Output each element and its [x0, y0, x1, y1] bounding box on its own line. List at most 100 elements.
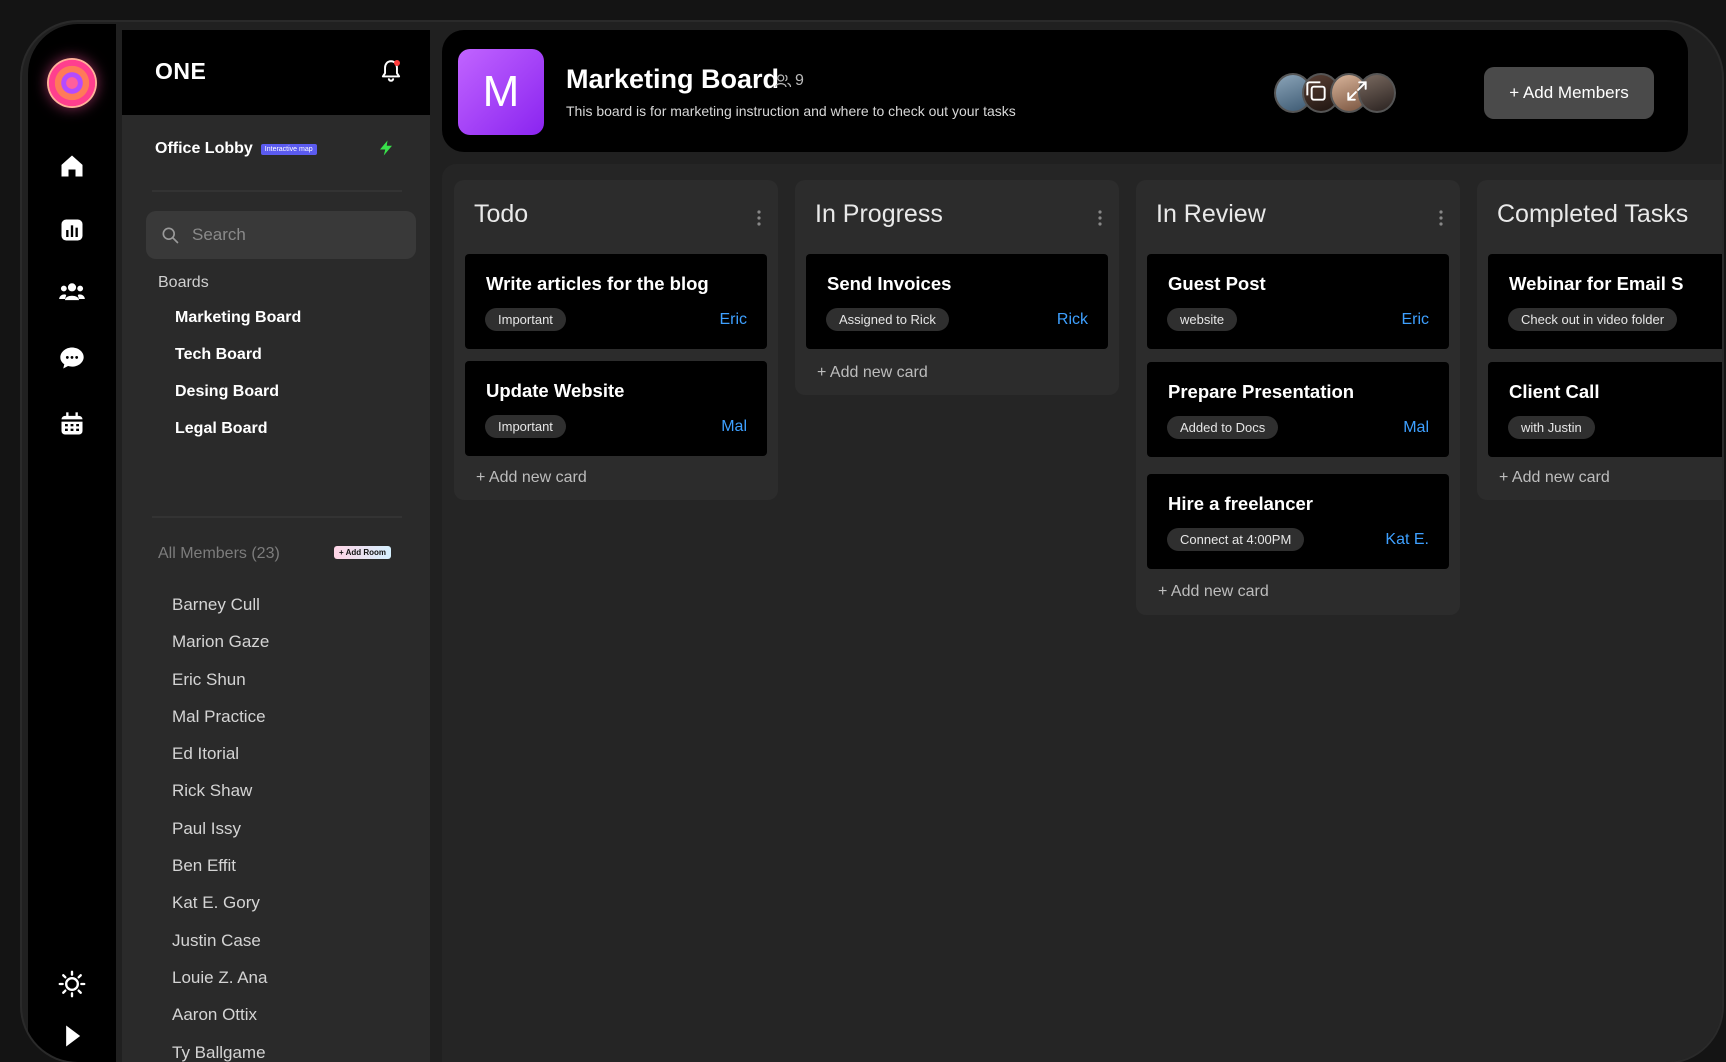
card-assignee[interactable]: Rick: [1057, 311, 1088, 329]
add-card-button[interactable]: + Add new card: [1499, 469, 1610, 487]
sidebar: ONE Office Lobby Interactive map Boards …: [122, 30, 430, 1062]
member-count-value: 9: [795, 72, 804, 89]
card-assignee[interactable]: Mal: [1403, 419, 1429, 437]
member-item[interactable]: Eric Shun: [172, 661, 269, 698]
member-item[interactable]: Marion Gaze: [172, 623, 269, 660]
member-item[interactable]: Ty Ballgame: [172, 1034, 269, 1062]
member-item[interactable]: Barney Cull: [172, 586, 269, 623]
column-title: Todo: [474, 200, 529, 228]
sidebar-divider: [152, 516, 402, 518]
card-assignee[interactable]: Kat E.: [1385, 531, 1429, 549]
boards-section-label: Boards: [158, 274, 209, 291]
members-list: Barney Cull Marion Gaze Eric Shun Mal Pr…: [172, 586, 269, 1062]
home-icon[interactable]: [52, 146, 92, 186]
sidebar-board-tech[interactable]: Tech Board: [175, 336, 301, 373]
sidebar-board-design[interactable]: Desing Board: [175, 373, 301, 410]
card-title: Update Website: [486, 380, 625, 401]
card-tag: Important: [485, 415, 566, 438]
card-tag: website: [1167, 308, 1238, 331]
search-input[interactable]: [190, 224, 414, 246]
notification-bell-icon[interactable]: [378, 58, 404, 84]
task-card[interactable]: Prepare Presentation Added to Docs Mal: [1147, 362, 1449, 457]
board-description: This board is for marketing instruction …: [566, 103, 1016, 119]
more-menu-icon[interactable]: [756, 208, 762, 228]
task-card[interactable]: Guest Post website Eric: [1147, 254, 1449, 349]
play-icon[interactable]: [52, 1016, 92, 1056]
office-lobby[interactable]: Office Lobby Interactive map: [155, 140, 317, 158]
copy-icon[interactable]: [1303, 78, 1329, 104]
board-header: M Marketing Board 9 This board is for ma…: [442, 30, 1688, 152]
member-item[interactable]: Rick Shaw: [172, 772, 269, 809]
add-room-button[interactable]: + Add Room: [334, 546, 392, 559]
card-tag: Assigned to Rick: [826, 308, 949, 331]
chat-icon[interactable]: [52, 338, 92, 378]
app-name: ONE: [155, 58, 207, 84]
member-item[interactable]: Aaron Ottix: [172, 996, 269, 1033]
sidebar-board-legal[interactable]: Legal Board: [175, 410, 301, 447]
task-card[interactable]: Client Call with Justin: [1488, 362, 1722, 457]
member-item[interactable]: Ben Effit: [172, 847, 269, 884]
task-card[interactable]: Hire a freelancer Connect at 4:00PM Kat …: [1147, 474, 1449, 569]
notification-dot: [394, 60, 400, 66]
card-tag: with Justin: [1508, 416, 1595, 439]
expand-icon[interactable]: [1344, 78, 1370, 104]
task-card[interactable]: Send Invoices Assigned to Rick Rick: [806, 254, 1108, 349]
card-title: Write articles for the blog: [486, 273, 709, 294]
card-title: Send Invoices: [827, 273, 952, 294]
card-title: Webinar for Email S: [1509, 273, 1684, 294]
task-card[interactable]: Write articles for the blog Important Er…: [465, 254, 767, 349]
add-members-button[interactable]: + Add Members: [1484, 67, 1654, 119]
member-item[interactable]: Kat E. Gory: [172, 884, 269, 921]
search-box[interactable]: [146, 211, 416, 259]
column-title: Completed Tasks: [1497, 200, 1689, 228]
lightning-icon: [380, 140, 392, 156]
team-icon[interactable]: [52, 272, 92, 312]
column-in-review: In Review Guest Post website Eric Prepar…: [1136, 180, 1460, 615]
analytics-icon[interactable]: [52, 210, 92, 250]
board-title: Marketing Board: [566, 64, 780, 94]
column-title: In Review: [1156, 200, 1266, 228]
card-title: Prepare Presentation: [1168, 381, 1355, 402]
card-assignee[interactable]: Mal: [721, 418, 747, 436]
card-tag: Important: [485, 308, 566, 331]
sidebar-divider: [152, 190, 402, 192]
interactive-map-badge: Interactive map: [260, 143, 317, 155]
task-card[interactable]: Webinar for Email S Check out in video f…: [1488, 254, 1722, 349]
card-tag: Check out in video folder: [1508, 308, 1678, 331]
sun-theme-icon[interactable]: [52, 964, 92, 1004]
member-item[interactable]: Ed Itorial: [172, 735, 269, 772]
members-icon: [774, 74, 792, 88]
column-completed: Completed Tasks Webinar for Email S Chec…: [1477, 180, 1722, 500]
add-card-button[interactable]: + Add new card: [476, 469, 587, 487]
column-in-progress: In Progress Send Invoices Assigned to Ri…: [795, 180, 1119, 395]
more-menu-icon[interactable]: [1097, 208, 1103, 228]
card-title: Client Call: [1509, 381, 1600, 402]
add-card-button[interactable]: + Add new card: [1158, 583, 1269, 601]
sidebar-board-marketing[interactable]: Marketing Board: [175, 299, 301, 336]
office-lobby-label: Office Lobby: [155, 140, 253, 157]
member-item[interactable]: Louie Z. Ana: [172, 959, 269, 996]
column-title: In Progress: [815, 200, 943, 228]
app-frame: ONE Office Lobby Interactive map Boards …: [22, 22, 1722, 1062]
card-tag: Added to Docs: [1167, 416, 1279, 439]
board-avatar: M: [458, 49, 544, 135]
task-card[interactable]: Update Website Important Mal: [465, 361, 767, 456]
member-avatars[interactable]: [1274, 73, 1396, 113]
calendar-icon[interactable]: [52, 404, 92, 444]
icon-rail: [28, 24, 116, 1062]
member-item[interactable]: Mal Practice: [172, 698, 269, 735]
more-menu-icon[interactable]: [1438, 208, 1444, 228]
app-logo-icon[interactable]: [47, 58, 97, 108]
card-assignee[interactable]: Eric: [719, 311, 747, 329]
card-title: Guest Post: [1168, 273, 1266, 294]
add-card-button[interactable]: + Add new card: [817, 364, 928, 382]
card-assignee[interactable]: Eric: [1401, 311, 1429, 329]
boards-list: Marketing Board Tech Board Desing Board …: [175, 299, 301, 447]
card-title: Hire a freelancer: [1168, 493, 1314, 514]
column-todo: Todo Write articles for the blog Importa…: [454, 180, 778, 500]
member-count: 9: [774, 72, 804, 90]
card-tag: Connect at 4:00PM: [1167, 528, 1305, 551]
member-item[interactable]: Paul Issy: [172, 810, 269, 847]
member-item[interactable]: Justin Case: [172, 922, 269, 959]
kanban-board: Todo Write articles for the blog Importa…: [442, 164, 1722, 1062]
